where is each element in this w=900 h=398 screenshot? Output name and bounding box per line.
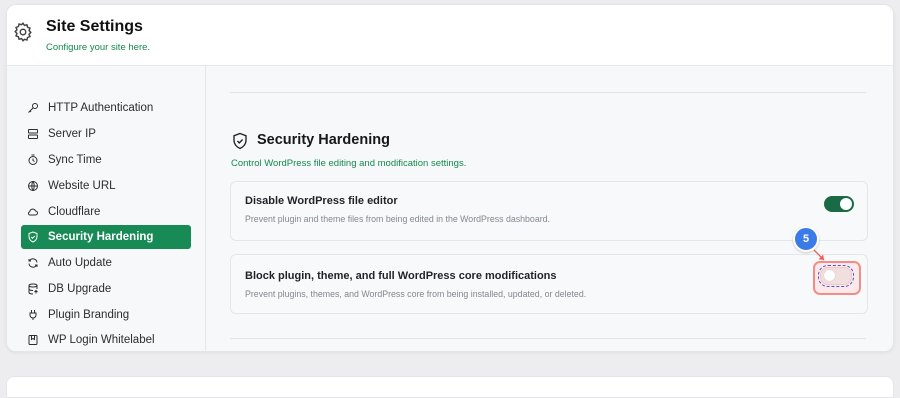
sidebar-item-label: HTTP Authentication (48, 102, 154, 114)
key-icon (26, 101, 40, 115)
login-icon (26, 333, 40, 347)
setting-title: Block plugin, theme, and full WordPress … (245, 270, 557, 282)
page-subtitle: Configure your site here. (46, 42, 151, 53)
clock-icon (26, 153, 40, 167)
content-area: HTTP Authentication Server IP Sync Time … (7, 66, 893, 351)
main-panel: Security Hardening Control WordPress fil… (206, 66, 893, 351)
server-icon (26, 127, 40, 141)
setting-description: Prevent plugins, themes, and WordPress c… (245, 289, 587, 299)
sidebar-item-label: Auto Update (48, 257, 112, 269)
sidebar-item-label: Server IP (48, 128, 96, 140)
divider (230, 338, 866, 339)
toggle-knob (840, 198, 852, 210)
sidebar-item-label: Security Hardening (48, 231, 154, 243)
page-header: Site Settings Configure your site here. (7, 5, 893, 66)
divider (230, 92, 866, 93)
sidebar: HTTP Authentication Server IP Sync Time … (7, 66, 206, 351)
sidebar-item-server-ip[interactable]: Server IP (21, 122, 191, 146)
cloud-icon (26, 205, 40, 219)
sidebar-item-label: Sync Time (48, 154, 102, 166)
footer-card (6, 376, 894, 398)
plug-icon (26, 308, 40, 322)
sidebar-item-label: DB Upgrade (48, 283, 112, 295)
gear-icon (12, 21, 34, 43)
sidebar-item-label: Plugin Branding (48, 309, 130, 321)
step-badge: 5 (793, 226, 819, 252)
setting-title: Disable WordPress file editor (245, 195, 398, 207)
disable-file-editor-toggle[interactable] (824, 196, 854, 212)
sidebar-item-label: Website URL (48, 180, 116, 192)
sidebar-item-wp-login-whitelabel[interactable]: WP Login Whitelabel (21, 328, 191, 351)
setting-description: Prevent plugin and theme files from bein… (245, 214, 550, 224)
sidebar-item-label: WP Login Whitelabel (48, 334, 155, 346)
setting-row-disable-file-editor: Disable WordPress file editor Prevent pl… (230, 181, 868, 241)
sidebar-item-label: Cloudflare (48, 206, 101, 218)
section-subtitle: Control WordPress file editing and modif… (231, 158, 467, 169)
sidebar-item-db-upgrade[interactable]: DB Upgrade (21, 277, 191, 301)
sidebar-item-auto-update[interactable]: Auto Update (21, 251, 191, 275)
sidebar-item-http-authentication[interactable]: HTTP Authentication (21, 96, 191, 120)
globe-icon (26, 179, 40, 193)
block-modifications-toggle[interactable] (820, 267, 852, 285)
settings-card: Site Settings Configure your site here. … (6, 4, 894, 352)
database-icon (26, 282, 40, 296)
page-title: Site Settings (46, 18, 143, 35)
sidebar-item-cloudflare[interactable]: Cloudflare (21, 200, 191, 224)
refresh-icon (26, 256, 40, 270)
section-title: Security Hardening (257, 132, 390, 148)
setting-row-block-modifications: Block plugin, theme, and full WordPress … (230, 254, 868, 314)
shield-check-icon (231, 132, 249, 150)
sidebar-item-sync-time[interactable]: Sync Time (21, 148, 191, 172)
shield-icon (26, 230, 40, 244)
sidebar-item-website-url[interactable]: Website URL (21, 174, 191, 198)
toggle-knob (824, 270, 835, 281)
sidebar-item-security-hardening[interactable]: Security Hardening (21, 225, 191, 249)
sidebar-item-plugin-branding[interactable]: Plugin Branding (21, 303, 191, 327)
